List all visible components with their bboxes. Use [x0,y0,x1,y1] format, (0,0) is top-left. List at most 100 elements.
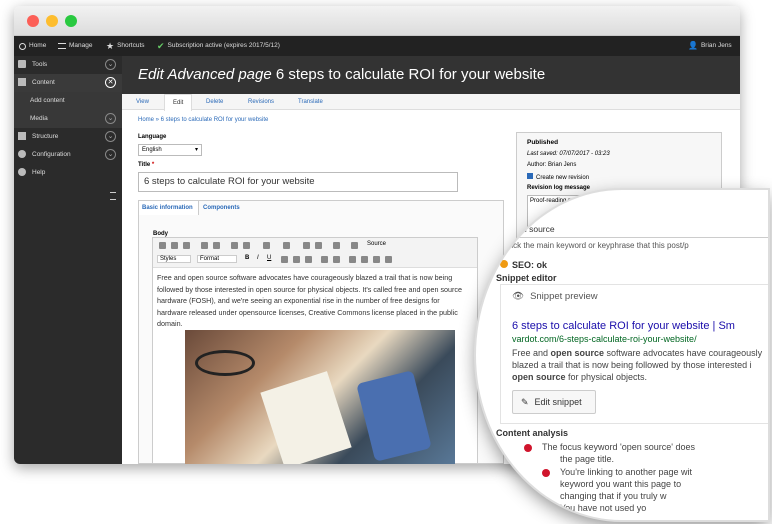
toolbar-user[interactable]: 👤 Brian Jens [688,36,732,56]
wrench-icon [18,60,26,68]
keyword-input-border [516,237,768,238]
required-marker: * [150,162,155,168]
source-button[interactable]: Source [367,241,386,247]
sidebar-item-configuration[interactable]: Configuration ⌄ [14,146,122,164]
sidebar-item-media[interactable]: Media ⌄ [14,110,122,128]
subtab-basic-information[interactable]: Basic information [139,201,199,215]
user-icon: 👤 [688,41,698,50]
close-window-button[interactable] [27,15,39,27]
primary-tabs: View Edit Delete Revisions Translate [122,94,740,111]
align-left-icon[interactable] [349,256,356,263]
edit-snippet-label: Edit snippet [534,397,582,407]
sidebar-item-label: Tools [32,61,48,68]
copy-icon[interactable] [171,242,178,249]
unlink-icon[interactable] [315,242,322,249]
media-icon[interactable] [243,242,250,249]
tab-revisions[interactable]: Revisions [248,94,274,110]
table-icon[interactable] [283,242,290,249]
snippet-title[interactable]: 6 steps to calculate ROI for your websit… [512,320,735,332]
subscription-status: Subscription active (expires 2017/5/12) [167,42,280,49]
tab-view[interactable]: View [136,94,149,110]
undo-icon[interactable] [201,242,208,249]
subtab-components[interactable]: Components [203,201,240,215]
content-analysis-title: Content analysis [496,428,569,438]
analysis-text-cont: the page title. [560,454,615,464]
language-value: English [142,147,162,153]
underline-button[interactable]: U [267,255,271,261]
calculator-shape [356,370,432,462]
sidebar-item-structure[interactable]: Structure ⌄ [14,128,122,146]
chevron-down-icon[interactable]: ⌄ [105,149,116,160]
edit-snippet-button[interactable]: ✎ Edit snippet [512,390,596,414]
gear-icon [18,150,26,158]
sidebar-item-content[interactable]: Content ✕ [14,74,122,92]
language-select[interactable]: English ▾ [138,144,202,156]
toolbar-subscription[interactable]: ✔ Subscription active (expires 2017/5/12) [157,36,280,56]
glasses-shape [195,350,255,376]
toolbar-home-label: Home [29,42,47,49]
bold-button[interactable]: B [245,255,249,261]
maximize-window-button[interactable] [65,15,77,27]
flag-icon[interactable] [333,242,340,249]
chevron-down-icon[interactable]: ⌄ [105,59,116,70]
strikethrough-icon[interactable] [281,256,288,263]
focus-keyword-value[interactable]: n source [522,224,555,234]
sidebar-item-tools[interactable]: Tools ⌄ [14,56,122,74]
sidebar-item-add-content[interactable]: Add content [14,92,122,110]
align-center-icon[interactable] [361,256,368,263]
numbered-list-icon[interactable] [333,256,340,263]
help-icon [18,168,26,176]
link-icon[interactable] [303,242,310,249]
italic-button[interactable]: I [257,255,259,261]
blockquote-icon[interactable] [263,242,270,249]
title-label: Title * [138,162,154,168]
toolbar-manage[interactable]: Manage [58,36,93,56]
close-icon[interactable]: ✕ [105,77,116,88]
admin-toolbar: Home Manage ★ Shortcuts ✔ Subscription act… [14,36,740,56]
cut-icon[interactable] [159,242,166,249]
subscript-icon[interactable] [293,256,300,263]
rich-text-editor[interactable]: Source Styles Format B I U Free and open… [152,237,478,464]
styles-dropdown[interactable]: Styles [157,255,191,263]
paste-icon[interactable] [183,242,190,249]
snippet-desc-part: for physical objects. [565,372,648,382]
tab-delete[interactable]: Delete [206,94,223,110]
page-header-prefix: Edit Advanced page [138,66,272,83]
document-icon [18,78,26,86]
focus-keyword-hint: Pick the main keyword or keyphrase that … [506,241,689,250]
pencil-icon: ✎ [521,397,529,407]
create-revision[interactable]: Create new revision [527,173,589,181]
sidebar-collapse-icon[interactable] [110,192,116,200]
sidebar-item-label: Add content [30,97,65,104]
styles-label: Styles [160,256,177,262]
align-right-icon[interactable] [373,256,380,263]
snippet-desc-keyword: open source [550,348,605,358]
page-title: 6 steps to calculate ROI for your websit… [275,66,546,83]
bulleted-list-icon[interactable] [321,256,328,263]
structure-icon [18,132,26,140]
sidebar-item-label: Structure [32,133,59,140]
format-dropdown[interactable]: Format [197,255,237,263]
chevron-down-icon[interactable]: ⌄ [105,113,116,124]
sidebar-item-label: Configuration [32,151,71,158]
admin-sidebar: Tools ⌄ Content ✕ Add content Media ⌄ Struc… [14,56,122,464]
tab-translate[interactable]: Translate [298,94,323,110]
maximize-icon[interactable] [351,242,358,249]
redo-icon[interactable] [213,242,220,249]
superscript-icon[interactable] [305,256,312,263]
chevron-down-icon[interactable]: ⌄ [105,131,116,142]
justify-icon[interactable] [385,256,392,263]
image-icon[interactable] [231,242,238,249]
menu-icon [58,43,66,49]
tab-edit[interactable]: Edit [164,94,193,111]
body-text[interactable]: Free and open source software advocates … [157,272,469,330]
title-input[interactable]: 6 steps to calculate ROI for your websit… [138,172,458,192]
breadcrumb[interactable]: Home » 6 steps to calculate ROI for your… [138,117,268,123]
sidebar-item-label: Help [32,169,46,176]
toolbar-shortcuts[interactable]: ★ Shortcuts [106,36,145,56]
minimize-window-button[interactable] [46,15,58,27]
sidebar-item-help[interactable]: Help [14,164,122,182]
toolbar-home[interactable]: Home [19,36,46,56]
problem-dot [542,469,550,477]
revision-checkbox[interactable] [527,173,533,179]
